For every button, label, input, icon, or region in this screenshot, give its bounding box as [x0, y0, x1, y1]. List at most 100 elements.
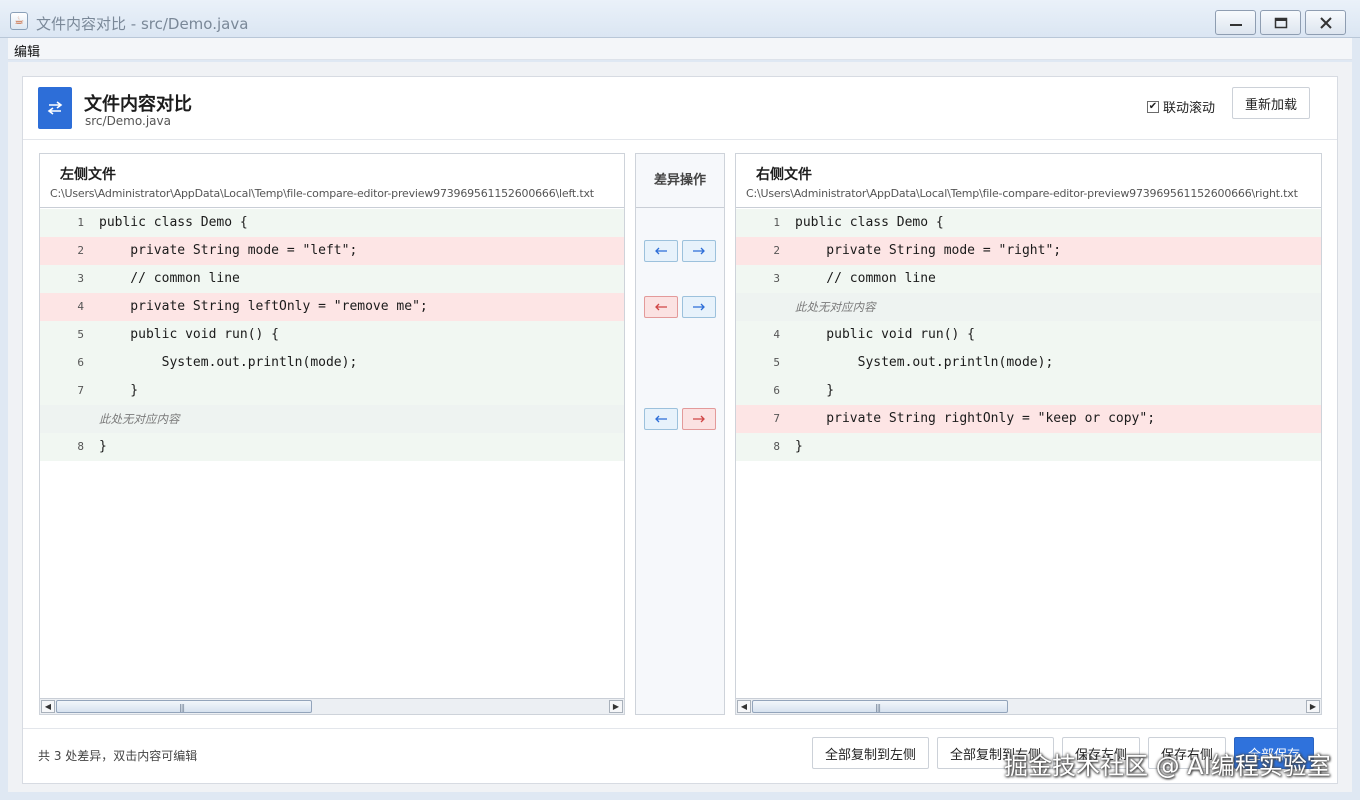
page-subtitle: src/Demo.java: [85, 114, 171, 128]
arrow-right-icon: [692, 303, 706, 311]
left-code-line[interactable]: 1 public class Demo {: [40, 209, 624, 237]
save-all-button[interactable]: 全部保存: [1234, 737, 1314, 769]
maximize-button[interactable]: [1260, 10, 1301, 35]
minimize-icon: [1229, 23, 1242, 26]
line-text[interactable]: private String mode = "right";: [795, 237, 1061, 265]
line-text[interactable]: public class Demo {: [795, 209, 944, 237]
minimize-button[interactable]: [1215, 10, 1256, 35]
left-horizontal-scrollbar[interactable]: ◀ ||| ▶: [40, 698, 624, 714]
placeholder-text: 此处无对应内容: [795, 300, 876, 314]
line-text[interactable]: private String leftOnly = "remove me";: [99, 293, 427, 321]
line-text[interactable]: System.out.println(mode);: [99, 349, 358, 377]
close-button[interactable]: [1305, 10, 1346, 35]
grip-icon: |||: [875, 703, 881, 712]
reload-button[interactable]: 重新加载: [1232, 87, 1310, 119]
left-code-line[interactable]: 3 // common line: [40, 265, 624, 293]
line-number: 4: [77, 300, 84, 313]
copy-to-right-button[interactable]: [682, 408, 716, 430]
line-number: 8: [77, 440, 84, 453]
diff-summary: 共 3 处差异，双击内容可编辑: [38, 749, 198, 763]
left-code-line[interactable]: 此处无对应内容: [40, 405, 624, 433]
line-text[interactable]: }: [99, 377, 138, 405]
left-code-line[interactable]: 4 private String leftOnly = "remove me";: [40, 293, 624, 321]
right-code-line[interactable]: 6 }: [736, 377, 1321, 405]
line-number: 6: [773, 384, 780, 397]
scrollbar-thumb[interactable]: |||: [56, 700, 312, 713]
compare-panel: 文件内容对比 src/Demo.java ✔ 联动滚动 重新加载 左侧文件 C:…: [22, 76, 1338, 784]
arrow-left-icon: [654, 247, 668, 255]
left-file-path: C:\Users\Administrator\AppData\Local\Tem…: [50, 187, 594, 200]
left-code-line[interactable]: 7 }: [40, 377, 624, 405]
placeholder-text: 此处无对应内容: [99, 412, 180, 426]
line-number: 1: [773, 216, 780, 229]
java-app-icon: ☕: [10, 12, 28, 30]
right-code-line[interactable]: 7 private String rightOnly = "keep or co…: [736, 405, 1321, 433]
diff-operations-title: 差异操作: [636, 154, 724, 208]
left-code-line[interactable]: 6 System.out.println(mode);: [40, 349, 624, 377]
right-code-line[interactable]: 5 System.out.println(mode);: [736, 349, 1321, 377]
left-code-line[interactable]: 5 public void run() {: [40, 321, 624, 349]
scrollbar-thumb[interactable]: |||: [752, 700, 1008, 713]
save-left-button[interactable]: 保存左侧: [1062, 737, 1140, 769]
diff-operation-row: [644, 240, 716, 262]
line-text[interactable]: public class Demo {: [99, 209, 248, 237]
copy-all-to-left-button[interactable]: 全部复制到左侧: [812, 737, 929, 769]
line-text[interactable]: public void run() {: [795, 321, 975, 349]
line-text[interactable]: // common line: [795, 265, 936, 293]
right-horizontal-scrollbar[interactable]: ◀ ||| ▶: [736, 698, 1321, 714]
close-icon: [1319, 16, 1332, 29]
line-text[interactable]: // common line: [99, 265, 240, 293]
right-code-line[interactable]: 3 // common line: [736, 265, 1321, 293]
line-text[interactable]: System.out.println(mode);: [795, 349, 1054, 377]
line-text[interactable]: public void run() {: [99, 321, 279, 349]
right-code-line[interactable]: 1 public class Demo {: [736, 209, 1321, 237]
save-right-button[interactable]: 保存右侧: [1148, 737, 1226, 769]
arrow-right-icon: [692, 247, 706, 255]
line-text[interactable]: }: [99, 433, 107, 461]
copy-to-right-button[interactable]: [682, 240, 716, 262]
menu-edit[interactable]: 编辑: [14, 41, 40, 60]
line-number: 7: [773, 412, 780, 425]
right-code-line[interactable]: 8}: [736, 433, 1321, 461]
line-number: 5: [77, 328, 84, 341]
right-pane-title: 右侧文件: [756, 167, 812, 183]
divider: [23, 728, 1337, 729]
left-code-line[interactable]: 2 private String mode = "left";: [40, 237, 624, 265]
line-number: 6: [77, 356, 84, 369]
scroll-right-arrow-icon[interactable]: ▶: [1306, 700, 1320, 713]
arrow-left-icon: [654, 415, 668, 423]
window-titlebar: ☕ 文件内容对比 - src/Demo.java: [0, 0, 1360, 38]
scroll-right-arrow-icon[interactable]: ▶: [609, 700, 623, 713]
maximize-icon: [1274, 17, 1287, 28]
left-code-view[interactable]: 1 public class Demo {2 private String mod…: [40, 209, 624, 699]
sync-scroll-checkbox[interactable]: ✔ 联动滚动: [1147, 97, 1215, 116]
window-controls: [1215, 10, 1346, 35]
right-code-view[interactable]: 1 public class Demo {2 private String mod…: [736, 209, 1321, 699]
line-text[interactable]: private String mode = "left";: [99, 237, 357, 265]
line-number: 3: [773, 272, 780, 285]
left-pane-title: 左侧文件: [60, 167, 116, 183]
diff-operation-row: [644, 296, 716, 318]
arrow-right-icon: [692, 415, 706, 423]
scroll-left-arrow-icon[interactable]: ◀: [737, 700, 751, 713]
left-code-line[interactable]: 8}: [40, 433, 624, 461]
line-text[interactable]: private String rightOnly = "keep or copy…: [795, 405, 1155, 433]
checkbox-checked-icon[interactable]: ✔: [1147, 100, 1159, 113]
copy-to-left-button[interactable]: [644, 240, 678, 262]
scroll-left-arrow-icon[interactable]: ◀: [41, 700, 55, 713]
line-text[interactable]: }: [795, 433, 803, 461]
line-text[interactable]: }: [795, 377, 834, 405]
line-number: 8: [773, 440, 780, 453]
line-number: 7: [77, 384, 84, 397]
copy-to-left-button[interactable]: [644, 296, 678, 318]
diff-operations-column: 差异操作: [635, 153, 725, 715]
line-number: 5: [773, 356, 780, 369]
right-code-line[interactable]: 2 private String mode = "right";: [736, 237, 1321, 265]
right-code-line[interactable]: 4 public void run() {: [736, 321, 1321, 349]
copy-all-to-right-button[interactable]: 全部复制到右侧: [937, 737, 1054, 769]
right-code-line[interactable]: 此处无对应内容: [736, 293, 1321, 321]
copy-to-right-button[interactable]: [682, 296, 716, 318]
copy-to-left-button[interactable]: [644, 408, 678, 430]
divider: [23, 139, 1337, 140]
line-number: 3: [77, 272, 84, 285]
